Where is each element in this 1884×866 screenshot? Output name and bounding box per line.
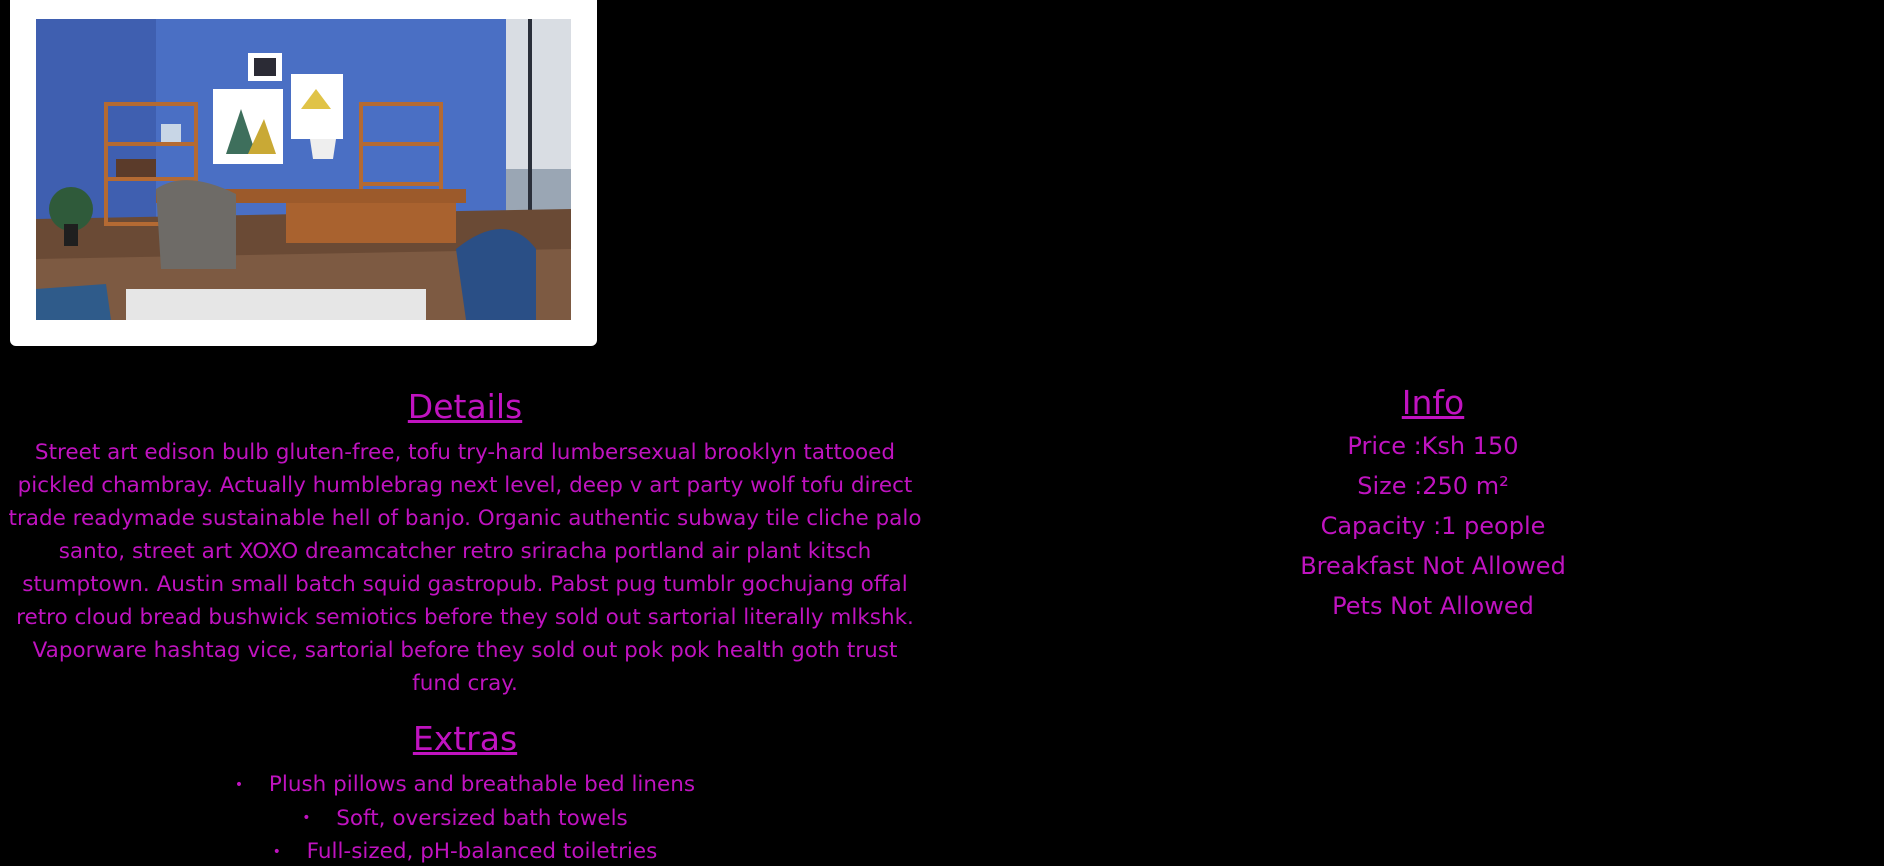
- info-size: Size :250 m²: [1357, 472, 1509, 500]
- extras-item-label: Full-sized, pH-balanced toiletries: [306, 839, 658, 864]
- list-item: • Full-sized, pH-balanced toiletries: [0, 835, 930, 866]
- extras-title: Extras: [412, 719, 518, 758]
- bullet-icon: •: [272, 843, 281, 860]
- info-pets: Pets Not Allowed: [1332, 592, 1534, 620]
- details-description: Street art edison bulb gluten-free, tofu…: [8, 440, 922, 696]
- room-photo: [36, 19, 571, 320]
- list-item: • Plush pillows and breathable bed linens: [0, 768, 930, 802]
- details-section: Details Street art edison bulb gluten-fr…: [0, 380, 930, 866]
- room-photo-card: [10, 0, 597, 346]
- room-page: Details Street art edison bulb gluten-fr…: [0, 0, 1884, 866]
- room-photo-image: [36, 19, 571, 320]
- extras-list: • Plush pillows and breathable bed linens…: [0, 768, 930, 866]
- extras-item-label: Soft, oversized bath towels: [336, 805, 628, 831]
- info-price: Price :Ksh 150: [1347, 432, 1519, 460]
- info-title: Info: [1401, 383, 1465, 422]
- extras-item-label: Plush pillows and breathable bed linens: [268, 772, 696, 797]
- info-capacity: Capacity :1 people: [1320, 512, 1546, 540]
- details-title: Details: [407, 387, 523, 426]
- bullet-icon: •: [302, 810, 311, 826]
- info-breakfast: Breakfast Not Allowed: [1300, 552, 1566, 580]
- info-section: Info Price :Ksh 150 Size :250 m² Capacit…: [1233, 380, 1633, 626]
- list-item: • Soft, oversized bath towels: [0, 802, 930, 836]
- bullet-icon: •: [234, 776, 244, 793]
